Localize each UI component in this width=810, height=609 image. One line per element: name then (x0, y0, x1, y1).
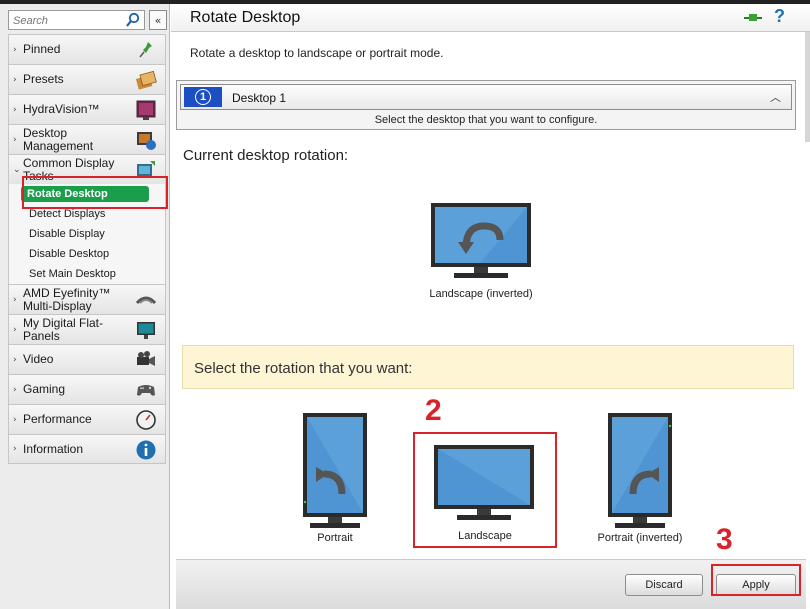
sidebar-item-label: Gaming (23, 382, 66, 396)
page-title: Rotate Desktop (190, 9, 301, 26)
discard-button[interactable]: Discard (625, 574, 703, 596)
annotation-number-2: 2 (425, 394, 442, 427)
chevron-down-icon: ⌄ (13, 164, 21, 175)
sidebar-item-label: Presets (23, 72, 64, 86)
portrait-inverted-monitor[interactable] (607, 412, 673, 530)
current-rotation-heading: Current desktop rotation: (183, 147, 349, 164)
annotation-box-3 (711, 564, 801, 596)
video-camera-icon (137, 351, 155, 366)
subitem-label: Detect Displays (29, 208, 106, 220)
search-input[interactable] (9, 12, 121, 30)
current-rotation-caption: Landscape (inverted) (429, 288, 533, 300)
sidebar-nav: › Pinned › Presets › HydraVision™ › Desk… (8, 34, 166, 464)
hydravision-icon (136, 100, 156, 120)
chevron-right-icon: › (13, 324, 17, 335)
sidebar-item-label: AMD Eyefinity™ Multi-Display (23, 285, 111, 313)
option-portrait-inverted-caption: Portrait (inverted) (597, 532, 683, 544)
search-box (8, 10, 145, 30)
sidebar-item-label: Desktop Management (23, 125, 94, 153)
sidebar-item-label: HydraVision™ (23, 102, 100, 116)
chevron-right-icon: › (13, 44, 17, 55)
chevron-up-icon[interactable]: ︿ (770, 89, 781, 105)
annotation-box-1 (22, 176, 168, 209)
search-icon[interactable] (125, 12, 141, 28)
pin-icon (139, 42, 152, 58)
page-header: Rotate Desktop ? (171, 4, 810, 32)
annotation-box-2 (413, 432, 557, 548)
subitem-label: Set Main Desktop (29, 268, 116, 280)
sidebar-item-gaming[interactable]: › Gaming (8, 374, 166, 404)
current-rotation-monitor (431, 203, 531, 278)
subitem-label: Disable Desktop (29, 248, 110, 260)
flat-panel-icon (137, 322, 155, 339)
desktop-management-icon (137, 132, 156, 150)
desktop-label: Desktop 1 (232, 91, 287, 105)
sidebar-item-label: Video (23, 352, 54, 366)
info-icon (136, 440, 156, 460)
select-rotation-heading: Select the rotation that you want: (194, 360, 413, 377)
sidebar-item-eyefinity[interactable]: › AMD Eyefinity™ Multi-Display (8, 284, 166, 314)
chevron-right-icon: › (13, 294, 17, 305)
chevron-right-icon: › (13, 104, 17, 115)
page-description: Rotate a desktop to landscape or portrai… (190, 46, 444, 60)
chevron-right-icon: › (13, 384, 17, 395)
sidebar-item-information[interactable]: › Information (8, 434, 166, 464)
sidebar-item-pinned[interactable]: › Pinned (8, 34, 166, 64)
sidebar-item-presets[interactable]: › Presets (8, 64, 166, 94)
sidebar-item-hydravision[interactable]: › HydraVision™ (8, 94, 166, 124)
presets-icon (135, 70, 157, 90)
desktop-dropdown[interactable]: 1 Desktop 1 ︿ (180, 84, 792, 110)
gamepad-icon (137, 385, 155, 396)
sidebar-item-video[interactable]: › Video (8, 344, 166, 374)
chevron-right-icon: › (13, 444, 17, 454)
subitem-set-main-desktop[interactable]: Set Main Desktop (8, 264, 166, 284)
sidebar-item-label: Information (23, 441, 84, 456)
sidebar-item-label: My Digital Flat-Panels (23, 315, 104, 343)
gauge-icon (136, 410, 156, 430)
desktop-selector: 1 Desktop 1 ︿ Select the desktop that yo… (176, 80, 796, 130)
portrait-monitor[interactable] (302, 412, 368, 530)
help-icon[interactable]: ? (774, 6, 785, 27)
sidebar-item-label: Pinned (23, 42, 61, 56)
desktop-number-badge: 1 (184, 87, 222, 107)
sidebar-item-label: Performance (23, 412, 92, 426)
option-portrait-caption: Portrait (317, 532, 353, 544)
chevron-right-icon: › (13, 74, 17, 85)
chevron-right-icon: › (13, 134, 17, 145)
collapse-sidebar-button[interactable]: « (149, 10, 167, 30)
sidebar-item-digital-flat-panels[interactable]: › My Digital Flat-Panels (8, 314, 166, 344)
subitem-label: Disable Display (29, 228, 105, 240)
select-rotation-banner: Select the rotation that you want: (182, 345, 794, 389)
annotation-number-3: 3 (716, 523, 733, 556)
subitem-disable-desktop[interactable]: Disable Desktop (8, 244, 166, 264)
chevron-right-icon: › (13, 354, 17, 365)
sidebar-item-desktop-management[interactable]: › Desktop Management (8, 124, 166, 154)
pin-page-icon[interactable] (743, 10, 763, 26)
subitem-disable-display[interactable]: Disable Display (8, 224, 166, 244)
desktop-number: 1 (195, 89, 211, 105)
sidebar: « › Pinned › Presets › HydraVision™ (0, 4, 170, 609)
scrollbar[interactable] (805, 32, 810, 142)
chevron-right-icon: › (13, 414, 17, 425)
eyefinity-icon (135, 296, 157, 305)
sidebar-item-performance[interactable]: › Performance (8, 404, 166, 434)
desktop-selector-hint: Select the desktop that you want to conf… (374, 114, 598, 126)
